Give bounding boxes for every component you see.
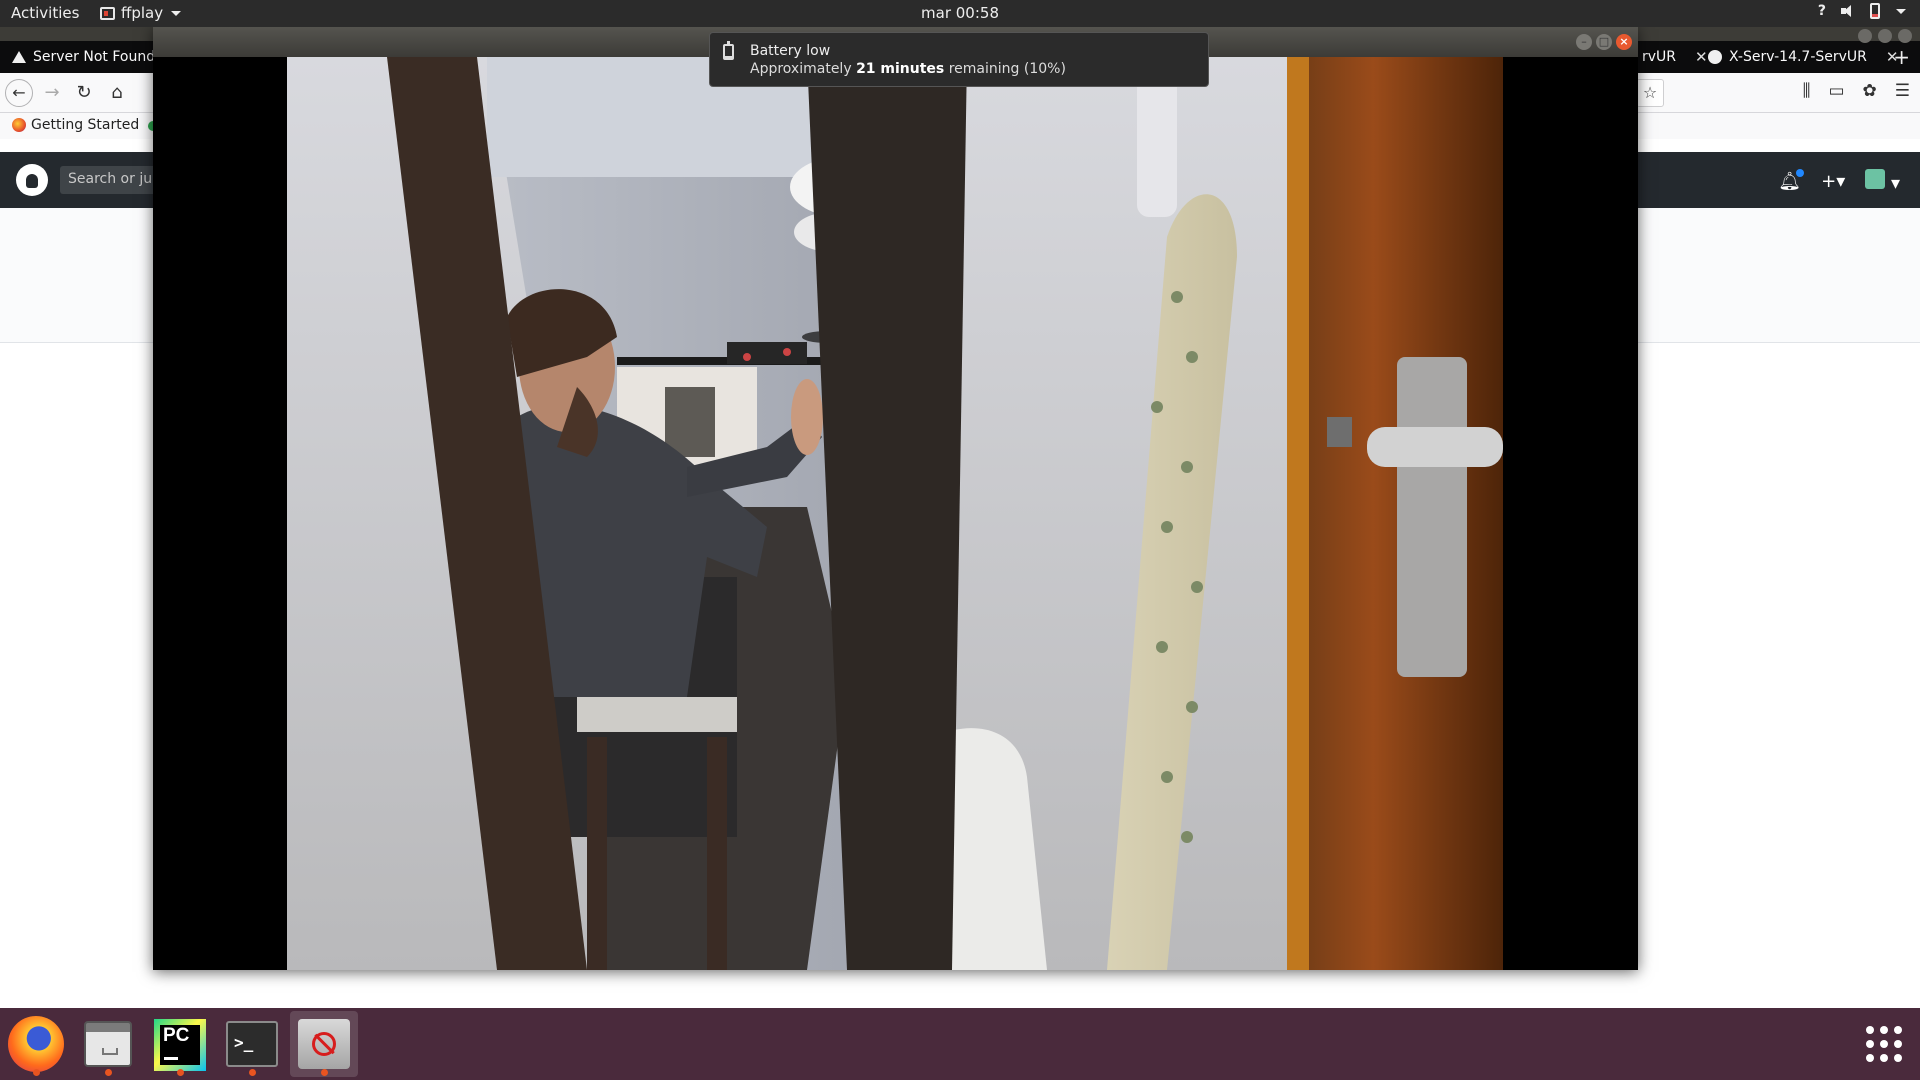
- home-icon[interactable]: ⌂: [103, 79, 131, 107]
- bookmark-getting-started[interactable]: Getting Started: [12, 117, 139, 133]
- clock[interactable]: mar 00:58: [921, 4, 999, 22]
- ffplay-window-controls: – □ ×: [1576, 34, 1632, 50]
- close-icon[interactable]: ×: [1616, 34, 1632, 50]
- dock-item-firefox[interactable]: [2, 1011, 70, 1077]
- volume-icon[interactable]: [1840, 3, 1856, 19]
- help-icon[interactable]: ?: [1818, 3, 1826, 19]
- app-menu[interactable]: ffplay: [100, 4, 182, 22]
- user-menu[interactable]: ▾: [1865, 169, 1900, 194]
- avatar: [1865, 169, 1886, 189]
- bookmark-star-icon[interactable]: ☆: [1636, 79, 1664, 107]
- reload-icon[interactable]: ↻: [70, 79, 98, 107]
- running-indicator: [177, 1069, 184, 1076]
- maximize-icon[interactable]: □: [1596, 34, 1612, 50]
- new-tab-icon[interactable]: +: [1893, 45, 1910, 69]
- minimize-icon[interactable]: –: [1576, 34, 1592, 50]
- extension-icon[interactable]: ✿: [1863, 81, 1877, 101]
- gnome-top-bar: Activities ffplay mar 00:58 ?: [0, 0, 1920, 27]
- pycharm-label: PC: [160, 1025, 200, 1065]
- notification-time-remaining: 21 minutes: [856, 61, 945, 77]
- running-indicator: [249, 1069, 256, 1076]
- hamburger-menu-icon[interactable]: ☰: [1895, 81, 1910, 101]
- battery-icon[interactable]: [1870, 3, 1880, 19]
- forward-icon[interactable]: →: [38, 79, 66, 107]
- pycharm-icon: PC: [154, 1019, 206, 1071]
- notification-bell-icon[interactable]: 🔔︎: [1778, 169, 1804, 192]
- ffplay-window[interactable]: – □ ×: [153, 27, 1638, 970]
- firefox-icon: [8, 1016, 64, 1072]
- terminal-prompt: >_: [234, 1033, 254, 1052]
- github-logo-icon[interactable]: [16, 164, 48, 196]
- system-menu-chevron-icon[interactable]: [1896, 8, 1906, 14]
- terminal-icon: >_: [226, 1021, 278, 1067]
- bookmark-label: Getting Started: [31, 117, 140, 133]
- warning-icon: [12, 51, 26, 63]
- tab-label: X-Serv-14.7-ServUR: [1729, 49, 1867, 65]
- dock-item-terminal[interactable]: >_: [218, 1011, 286, 1077]
- ffplay-icon: [298, 1019, 350, 1069]
- files-icon: [84, 1021, 132, 1067]
- tab-server-not-found[interactable]: Server Not Found: [2, 41, 165, 73]
- back-icon[interactable]: ←: [5, 79, 33, 107]
- chevron-down-icon: [171, 10, 182, 16]
- sidebar-icon[interactable]: ▭: [1828, 81, 1844, 101]
- tab-label: rvUR: [1642, 49, 1677, 65]
- running-indicator: [33, 1069, 40, 1076]
- dock-item-files[interactable]: [74, 1011, 142, 1077]
- dock-item-pycharm[interactable]: PC: [146, 1011, 214, 1077]
- github-icon: [1708, 50, 1722, 64]
- dock: PC >_: [0, 1008, 1920, 1080]
- tab-x-serv[interactable]: X-Serv-14.7-ServUR ✕: [1698, 41, 1908, 73]
- app-menu-label: ffplay: [121, 4, 164, 22]
- system-tray[interactable]: ?: [1818, 3, 1906, 19]
- notification-body-suffix: remaining (10%): [948, 61, 1066, 77]
- activities-button[interactable]: Activities: [11, 4, 79, 22]
- running-indicator: [105, 1069, 112, 1076]
- dock-item-ffplay[interactable]: [290, 1011, 358, 1077]
- battery-low-notification[interactable]: Battery low Approximately 21 minutes rem…: [709, 32, 1209, 87]
- tab-label: Server Not Found: [33, 49, 156, 65]
- library-icon[interactable]: ⫼: [1803, 81, 1811, 101]
- create-new-icon[interactable]: +▾: [1821, 171, 1845, 192]
- running-indicator: [321, 1069, 328, 1076]
- firefox-icon: [12, 118, 26, 132]
- video-frame[interactable]: [287, 57, 1503, 970]
- battery-icon: [723, 41, 734, 60]
- notification-body: Approximately 21 minutes remaining (10%): [750, 61, 1066, 77]
- video-frame-image: [287, 57, 1503, 970]
- notification-body-prefix: Approximately: [750, 61, 852, 77]
- show-applications-icon[interactable]: [1866, 1026, 1902, 1062]
- notification-title: Battery low: [750, 43, 831, 59]
- app-window-icon: [100, 6, 115, 20]
